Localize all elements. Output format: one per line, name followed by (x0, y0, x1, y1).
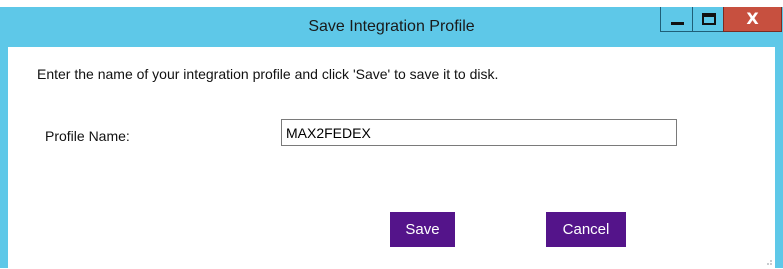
cancel-button[interactable]: Cancel (546, 212, 626, 247)
profile-name-input[interactable] (281, 119, 677, 146)
resize-grip-icon[interactable] (763, 256, 773, 266)
close-icon: X (746, 9, 759, 28)
profile-name-label: Profile Name: (45, 128, 130, 144)
title-bar[interactable]: Save Integration Profile X (0, 7, 783, 47)
save-button[interactable]: Save (390, 212, 455, 247)
maximize-button[interactable] (692, 7, 724, 32)
minimize-icon (671, 22, 684, 25)
instructions-text: Enter the name of your integration profi… (37, 66, 499, 82)
save-integration-profile-dialog: Save Integration Profile X Enter the nam… (0, 7, 783, 268)
minimize-button[interactable] (660, 7, 693, 32)
dialog-body: Enter the name of your integration profi… (8, 47, 775, 268)
maximize-icon (702, 13, 716, 25)
close-button[interactable]: X (723, 7, 782, 32)
